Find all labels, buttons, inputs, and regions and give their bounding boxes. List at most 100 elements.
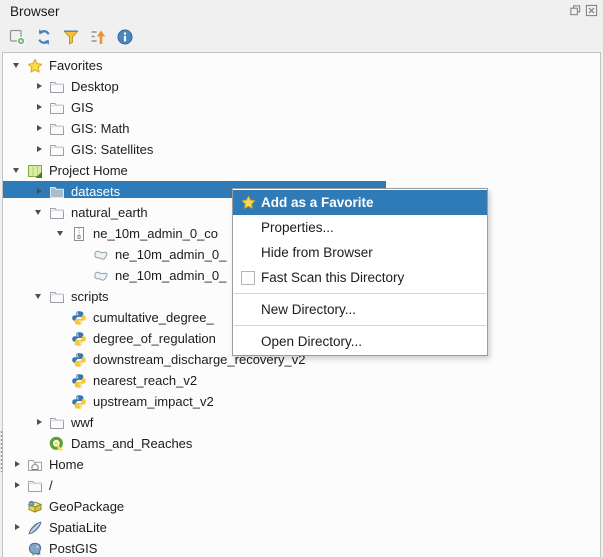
- expander-spacer: [53, 370, 71, 391]
- tree-item-label: Desktop: [71, 79, 119, 94]
- expander-arrow[interactable]: [9, 454, 27, 475]
- collapse-all-button[interactable]: [88, 27, 108, 47]
- menu-item-label: Properties...: [261, 220, 334, 235]
- tree-item-label: nearest_reach_v2: [93, 373, 197, 388]
- tree-item-gis-satellites[interactable]: GIS: Satellites: [3, 139, 601, 160]
- folder-icon: [49, 100, 65, 116]
- menu-item-properties[interactable]: Properties...: [233, 215, 487, 240]
- tree-item-postgis[interactable]: PostGIS: [3, 538, 601, 557]
- folder-icon: [49, 121, 65, 137]
- tree-item-label: ne_10m_admin_0_co: [93, 226, 218, 241]
- menu-item-label: Fast Scan this Directory: [261, 270, 404, 285]
- folder-icon: [49, 79, 65, 95]
- tree-item-label: datasets: [71, 184, 120, 199]
- tree-item-label: SpatiaLite: [49, 520, 107, 535]
- filter-button[interactable]: [61, 27, 81, 47]
- browser-toolbar: [7, 27, 135, 47]
- tree-item-label: wwf: [71, 415, 93, 430]
- folder-icon: [49, 142, 65, 158]
- spatialite-icon: [27, 520, 43, 536]
- expander-spacer: [75, 265, 93, 286]
- expander-arrow[interactable]: [31, 181, 49, 202]
- home-folder-icon: [27, 457, 43, 473]
- expander-arrow[interactable]: [9, 475, 27, 496]
- filter-icon: [62, 28, 80, 46]
- tree-item-label: Project Home: [49, 163, 128, 178]
- tree-item-label: ne_10m_admin_0_: [115, 247, 226, 262]
- tree-item-label: GIS: Satellites: [71, 142, 153, 157]
- tree-item-dams-and-reaches[interactable]: Dams_and_Reaches: [3, 433, 601, 454]
- expander-spacer: [53, 307, 71, 328]
- postgis-icon: [27, 541, 43, 557]
- expander-arrow[interactable]: [31, 97, 49, 118]
- tree-item-nearest-reach[interactable]: nearest_reach_v2: [3, 370, 601, 391]
- expander-arrow[interactable]: [31, 412, 49, 433]
- tree-item-project-home[interactable]: Project Home: [3, 160, 601, 181]
- star-icon: [241, 195, 256, 210]
- tree-item-label: natural_earth: [71, 205, 148, 220]
- tree-item-upstream-impact[interactable]: upstream_impact_v2: [3, 391, 601, 412]
- expander-arrow[interactable]: [31, 76, 49, 97]
- tree-item-label: Favorites: [49, 58, 102, 73]
- menu-separator: [234, 325, 486, 326]
- info-icon: [116, 28, 134, 46]
- folder-icon: [49, 415, 65, 431]
- tree-item-label: ne_10m_admin_0_: [115, 268, 226, 283]
- menu-item-label: Hide from Browser: [261, 245, 373, 260]
- expander-spacer: [75, 244, 93, 265]
- expander-spacer: [53, 349, 71, 370]
- python-script-icon: [71, 352, 87, 368]
- tree-item-spatialite[interactable]: SpatiaLite: [3, 517, 601, 538]
- expander-arrow[interactable]: [9, 517, 27, 538]
- expander-spacer: [9, 496, 27, 517]
- expander-arrow[interactable]: [31, 139, 49, 160]
- tree-item-gis[interactable]: GIS: [3, 97, 601, 118]
- fast-scan-checkbox[interactable]: [241, 271, 255, 285]
- menu-item-fast-scan-directory[interactable]: Fast Scan this Directory: [233, 265, 487, 290]
- folder-icon: [49, 184, 65, 200]
- menu-item-add-as-favorite[interactable]: Add as a Favorite: [233, 190, 487, 215]
- menu-item-open-directory[interactable]: Open Directory...: [233, 329, 487, 354]
- tree-item-gis-math[interactable]: GIS: Math: [3, 118, 601, 139]
- add-layer-button[interactable]: [7, 27, 27, 47]
- tree-item-home[interactable]: Home: [3, 454, 601, 475]
- menu-item-new-directory[interactable]: New Directory...: [233, 297, 487, 322]
- properties-widget-button[interactable]: [115, 27, 135, 47]
- tree-item-favorites[interactable]: Favorites: [3, 55, 601, 76]
- expander-arrow[interactable]: [31, 202, 49, 223]
- menu-item-label: New Directory...: [261, 302, 356, 317]
- expander-arrow[interactable]: [53, 223, 71, 244]
- expander-arrow[interactable]: [31, 118, 49, 139]
- browser-panel: Browser Favorites Desktop GIS: [0, 0, 603, 557]
- folder-icon: [49, 205, 65, 221]
- tree-item-geopackage[interactable]: GeoPackage: [3, 496, 601, 517]
- tree-item-desktop[interactable]: Desktop: [3, 76, 601, 97]
- geopackage-icon: [27, 499, 43, 515]
- folder-icon: [27, 478, 43, 494]
- dock-resize-handle[interactable]: [0, 430, 3, 472]
- tree-item-label: GIS: Math: [71, 121, 130, 136]
- context-menu: Add as a Favorite Properties... Hide fro…: [232, 188, 488, 356]
- close-panel-icon[interactable]: [585, 4, 598, 17]
- refresh-icon: [35, 28, 53, 46]
- menu-item-label: Open Directory...: [261, 334, 362, 349]
- polygon-layer-icon: [93, 247, 109, 263]
- tree-item-label: Dams_and_Reaches: [71, 436, 192, 451]
- tree-item-label: scripts: [71, 289, 109, 304]
- float-panel-icon[interactable]: [569, 4, 582, 17]
- add-layer-icon: [8, 28, 26, 46]
- tree-item-wwf[interactable]: wwf: [3, 412, 601, 433]
- menu-item-hide-from-browser[interactable]: Hide from Browser: [233, 240, 487, 265]
- expander-arrow[interactable]: [9, 160, 27, 181]
- python-script-icon: [71, 394, 87, 410]
- expander-arrow[interactable]: [9, 55, 27, 76]
- expander-arrow[interactable]: [31, 286, 49, 307]
- tree-item-root[interactable]: /: [3, 475, 601, 496]
- expander-spacer: [53, 328, 71, 349]
- python-script-icon: [71, 373, 87, 389]
- tree-item-label: PostGIS: [49, 541, 97, 556]
- expander-spacer: [53, 391, 71, 412]
- refresh-button[interactable]: [34, 27, 54, 47]
- tree-item-label: GIS: [71, 100, 93, 115]
- tree-item-label: /: [49, 478, 53, 493]
